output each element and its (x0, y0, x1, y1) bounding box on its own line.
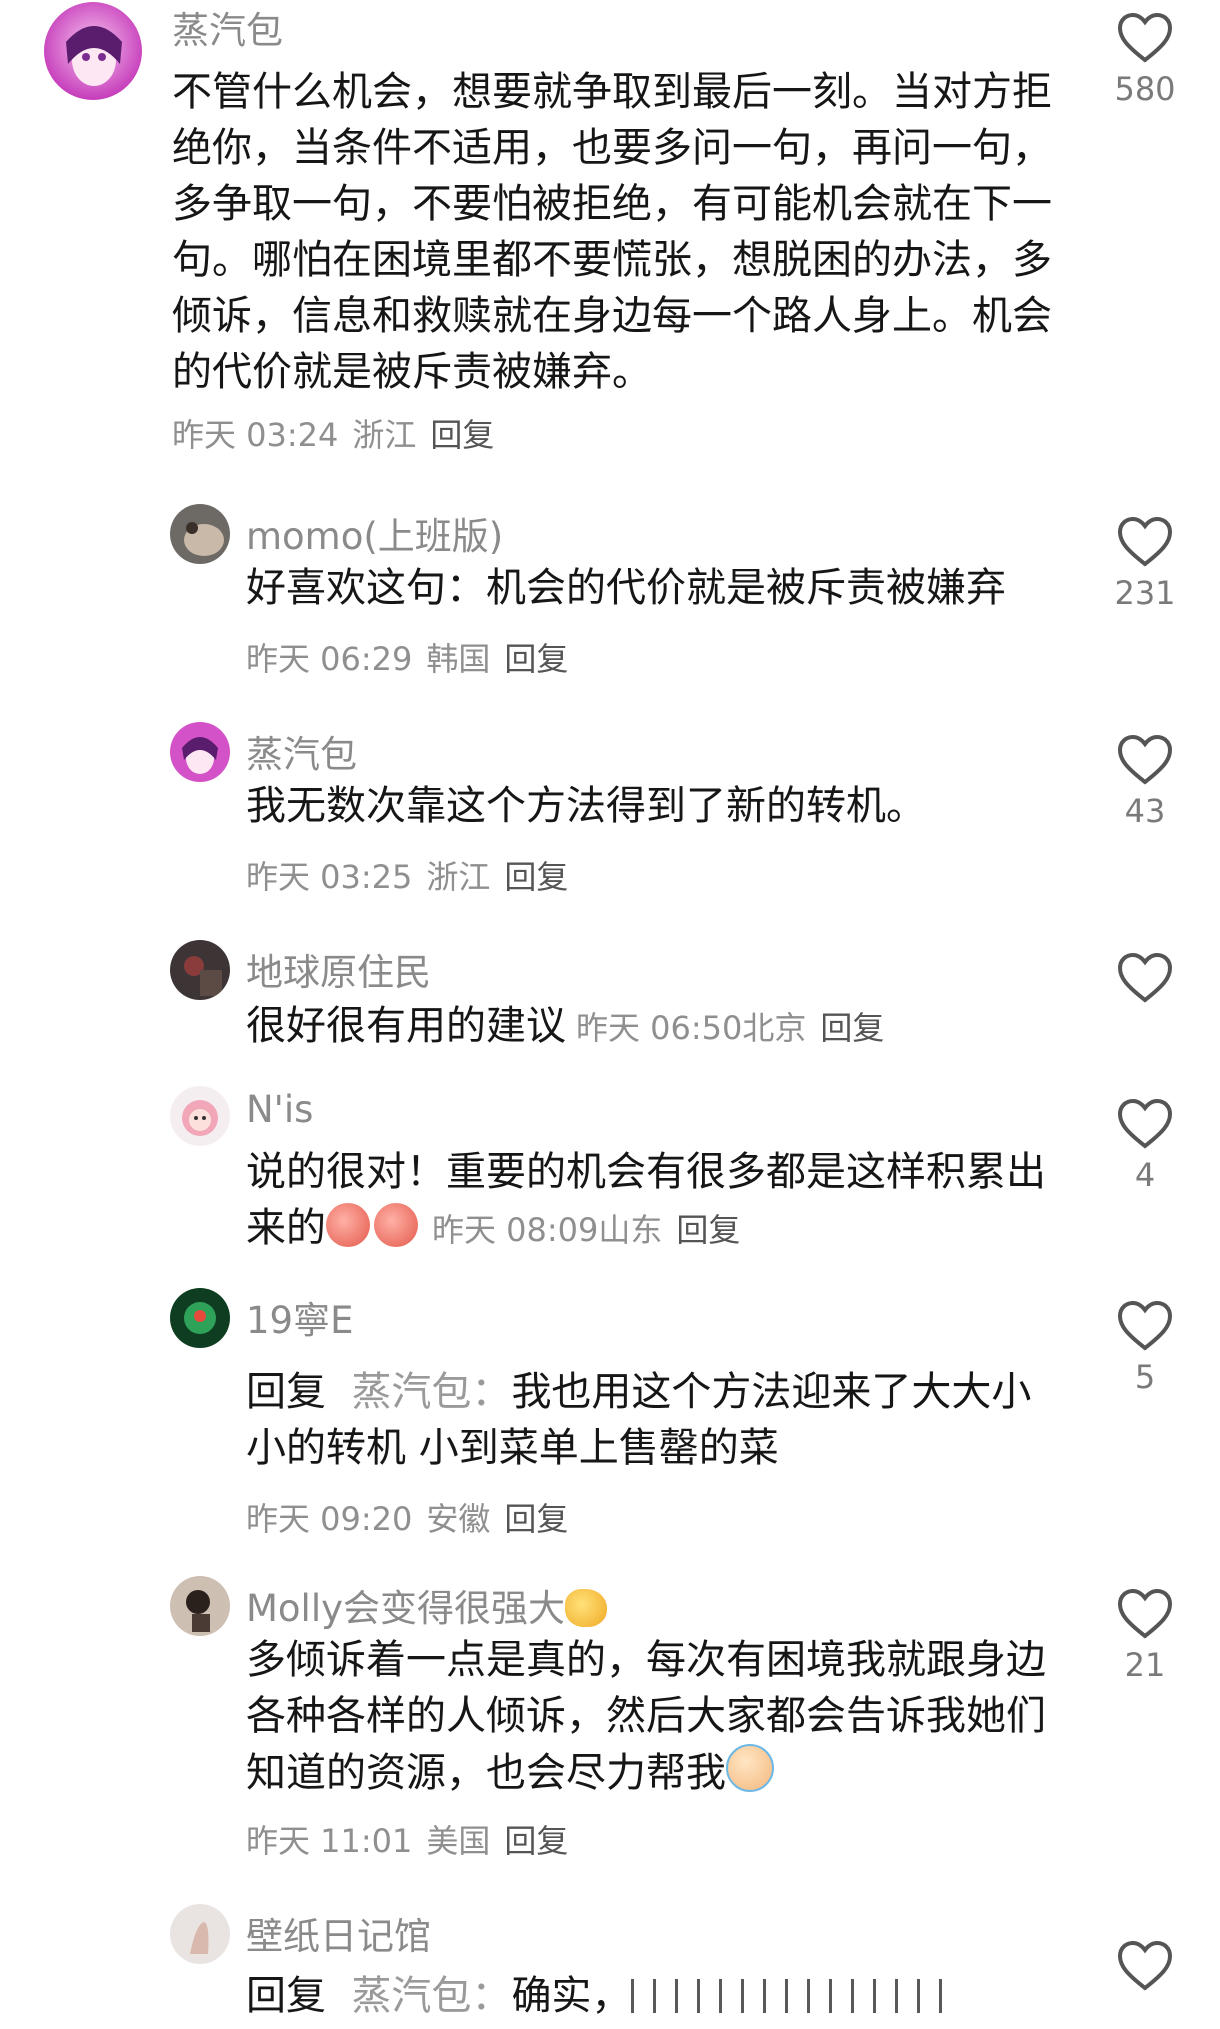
avatar[interactable] (170, 1576, 230, 1636)
heart-outline-icon (1117, 952, 1173, 1003)
reply-time: 昨天 08:09 (432, 1211, 599, 1249)
heart-outline-icon (1117, 12, 1173, 63)
reply-meta: 昨天 03:25 浙江 回复 (246, 852, 568, 898)
comment-text: 不管什么机会，想要就争取到最后一刻。当对方拒绝你，当条件不适用，也要多问一句，再… (172, 69, 1052, 395)
reply-username[interactable]: 壁纸日记馆 (246, 1906, 431, 1960)
reply-username[interactable]: 19寧E (246, 1290, 353, 1344)
like-button[interactable]: 231 (1110, 516, 1180, 612)
like-button[interactable]: 580 (1110, 12, 1180, 108)
like-count: 231 (1114, 574, 1176, 612)
reply-location: 韩国 (426, 640, 491, 678)
green-character-avatar-icon (170, 1288, 230, 1348)
heart-outline-icon (1117, 734, 1173, 785)
reply-meta: 昨天 06:29 韩国 回复 (246, 634, 568, 680)
avatar[interactable] (170, 940, 230, 1000)
heart-outline-icon (1117, 1300, 1173, 1351)
pet-photo-avatar-icon (170, 504, 230, 564)
reply-text-block: 回复 蒸汽包：确实， (246, 1968, 1131, 2024)
like-button[interactable]: 21 (1110, 1588, 1180, 1684)
like-button[interactable]: 5 (1110, 1300, 1180, 1396)
reply-to-username[interactable]: 蒸汽包： (351, 1973, 511, 2019)
comment-time: 昨天 03:24 (172, 416, 339, 454)
heart-outline-icon (1117, 516, 1173, 567)
reply-meta: 昨天 09:20 安徽 回复 (246, 1494, 568, 1540)
dark-photo-avatar-icon (170, 940, 230, 1000)
reply-text: 很好很有用的建议 (246, 1003, 566, 1049)
reply-button[interactable]: 回复 (504, 640, 568, 678)
reply-time: 昨天 11:01 (246, 1822, 413, 1860)
selfie-avatar-icon (170, 1576, 230, 1636)
avatar[interactable] (170, 722, 230, 782)
reply-text-block: 回复 蒸汽包：我也用这个方法迎来了大大小小的转机 小到菜单上售罄的菜 (246, 1364, 1046, 1476)
like-count: 4 (1134, 1156, 1156, 1194)
reply-time: 昨天 03:25 (246, 858, 413, 896)
comment-username[interactable]: 蒸汽包 (172, 0, 283, 54)
redaction-scribble (631, 1979, 962, 2013)
hand-photo-avatar-icon (170, 1904, 230, 1964)
reply-username[interactable]: N'is (246, 1088, 313, 1131)
avatar[interactable] (44, 2, 142, 100)
avatar[interactable] (170, 1086, 230, 1146)
reply-button[interactable]: 回复 (820, 1009, 884, 1047)
reply-username[interactable]: 蒸汽包 (246, 724, 357, 778)
reply-text: 我无数次靠这个方法得到了新的转机。 (246, 783, 926, 829)
thumbs-up-icon (374, 1203, 418, 1247)
reply-text: 确实， (511, 1973, 632, 2019)
lion-avatar-icon (170, 1086, 230, 1146)
reply-text: 多倾诉着一点是真的，每次有困境我就跟身边各种各样的人倾诉，然后大家都会告诉我她们… (246, 1637, 1046, 1796)
avatar[interactable] (170, 1288, 230, 1348)
reply-text: 好喜欢这句：机会的代价就是被斥责被嫌弃 (246, 565, 1006, 611)
reply-location: 美国 (426, 1822, 491, 1860)
reply-meta: 昨天 08:09山东 回复 (432, 1211, 740, 1249)
reply-location: 浙江 (426, 858, 491, 896)
reply-button[interactable]: 回复 (676, 1211, 740, 1249)
reply-button[interactable]: 回复 (504, 1822, 568, 1860)
like-button[interactable]: 43 (1110, 734, 1180, 830)
reply-button[interactable]: 回复 (430, 416, 494, 454)
reply-username[interactable]: Molly会变得很强大 (246, 1587, 565, 1630)
reply-button[interactable]: 回复 (504, 1500, 568, 1538)
like-button[interactable] (1110, 952, 1180, 1010)
reply-text-block: 说的很对！重要的机会有很多都是这样积累出来的 昨天 08:09山东 回复 (246, 1144, 1076, 1258)
like-button[interactable] (1110, 1940, 1180, 1992)
heart-outline-icon (1117, 1098, 1173, 1149)
avatar[interactable] (170, 1904, 230, 1964)
reply-text-block: 多倾诉着一点是真的，每次有困境我就跟身边各种各样的人倾诉，然后大家都会告诉我她们… (246, 1632, 1066, 1801)
reply-meta: 昨天 11:01 美国 回复 (246, 1816, 568, 1862)
reply-text-row: 很好很有用的建议 昨天 06:50北京 回复 (246, 998, 1131, 1056)
anime-girl-avatar-icon (170, 722, 230, 782)
reply-meta: 昨天 06:50北京 回复 (576, 1009, 884, 1047)
reply-time: 昨天 06:50 (576, 1009, 743, 1047)
reply-username[interactable]: momo(上班版) (246, 506, 503, 560)
reply-to-username[interactable]: 蒸汽包： (351, 1369, 511, 1415)
comment-meta: 昨天 03:24 浙江 回复 (172, 410, 494, 456)
reply-prefix: 回复 (246, 1369, 326, 1415)
like-count: 43 (1124, 792, 1166, 830)
avatar[interactable] (170, 504, 230, 564)
reply-time: 昨天 09:20 (246, 1500, 413, 1538)
reply-location: 山东 (598, 1211, 663, 1249)
reply-time: 昨天 06:29 (246, 640, 413, 678)
like-count: 21 (1124, 1646, 1166, 1684)
like-button[interactable]: 4 (1110, 1098, 1180, 1194)
heart-outline-icon (1117, 1588, 1173, 1639)
thumbs-up-icon (326, 1203, 370, 1247)
crying-face-icon (726, 1744, 774, 1792)
like-count: 5 (1134, 1358, 1156, 1396)
anime-girl-avatar-icon (44, 2, 142, 100)
reply-location: 北京 (742, 1009, 807, 1047)
heart-outline-icon (1117, 1940, 1173, 1991)
like-count: 580 (1114, 70, 1176, 108)
reply-button[interactable]: 回复 (504, 858, 568, 896)
reply-prefix: 回复 (246, 1973, 326, 2019)
reply-username-row[interactable]: Molly会变得很强大 (246, 1578, 611, 1632)
comment-location: 浙江 (352, 416, 417, 454)
muscle-icon (565, 1589, 608, 1627)
reply-location: 安徽 (426, 1500, 491, 1538)
reply-username[interactable]: 地球原住民 (246, 942, 431, 996)
